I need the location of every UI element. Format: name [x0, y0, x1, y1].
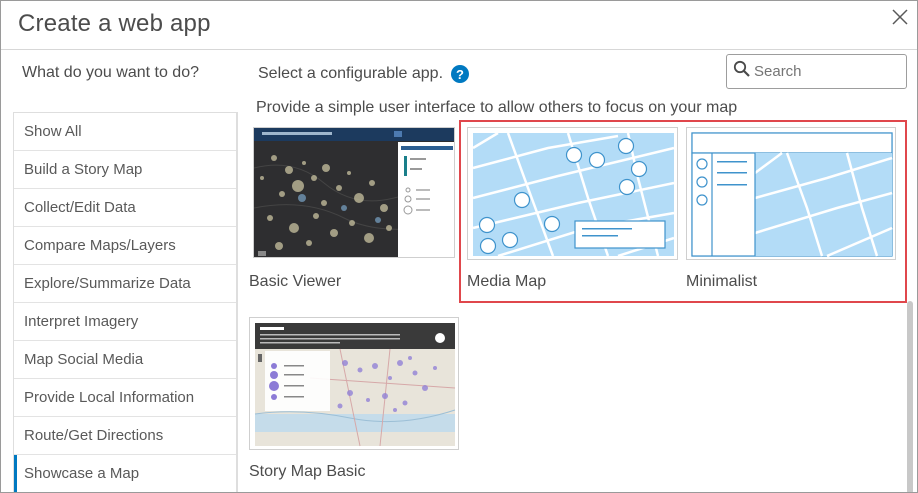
media-map-thumbnail	[467, 127, 678, 260]
create-web-app-dialog: Create a web app What do you want to do?…	[0, 0, 918, 493]
app-card-basic-viewer[interactable]: Basic Viewer	[249, 127, 455, 297]
story-map-basic-thumbnail	[249, 317, 459, 450]
sidebar-item-showcase-a-map[interactable]: Showcase a Map	[14, 455, 236, 492]
app-name-story-map-basic: Story Map Basic	[249, 463, 366, 480]
sidebar-item-map-social-media[interactable]: Map Social Media	[14, 341, 236, 379]
header-divider	[1, 49, 917, 50]
category-sidebar: Show All Build a Story Map Collect/Edit …	[13, 112, 237, 492]
search-icon	[733, 60, 751, 83]
sidebar-item-collect-edit-data[interactable]: Collect/Edit Data	[14, 189, 236, 227]
minimalist-thumbnail	[686, 127, 896, 260]
app-card-minimalist[interactable]: Minimalist	[686, 127, 896, 297]
scrollbar[interactable]	[907, 301, 913, 492]
sidebar-item-provide-local-information[interactable]: Provide Local Information	[14, 379, 236, 417]
app-description: Provide a simple user interface to allow…	[256, 99, 738, 116]
sidebar-heading: What do you want to do?	[22, 64, 199, 81]
close-icon[interactable]	[890, 7, 910, 27]
search-input[interactable]	[754, 63, 894, 80]
sidebar-item-route-get-directions[interactable]: Route/Get Directions	[14, 417, 236, 455]
sidebar-item-show-all[interactable]: Show All	[14, 113, 236, 151]
sidebar-item-compare-maps-layers[interactable]: Compare Maps/Layers	[14, 227, 236, 265]
sidebar-item-interpret-imagery[interactable]: Interpret Imagery	[14, 303, 236, 341]
app-name-minimalist: Minimalist	[686, 273, 758, 290]
select-app-line: Select a configurable app. ?	[258, 65, 470, 83]
app-card-story-map-basic[interactable]: Story Map Basic	[249, 317, 461, 487]
sidebar-divider	[237, 112, 238, 492]
select-app-label: Select a configurable app.	[258, 65, 444, 82]
sidebar-item-explore-summarize-data[interactable]: Explore/Summarize Data	[14, 265, 236, 303]
sidebar-item-build-story-map[interactable]: Build a Story Map	[14, 151, 236, 189]
app-name-basic-viewer: Basic Viewer	[249, 273, 342, 290]
basic-viewer-thumbnail	[253, 127, 455, 258]
app-card-media-map[interactable]: Media Map	[467, 127, 679, 297]
dialog-title: Create a web app	[18, 10, 211, 37]
help-icon[interactable]: ?	[451, 65, 470, 83]
app-name-media-map: Media Map	[467, 273, 547, 290]
search-box[interactable]	[726, 54, 907, 89]
